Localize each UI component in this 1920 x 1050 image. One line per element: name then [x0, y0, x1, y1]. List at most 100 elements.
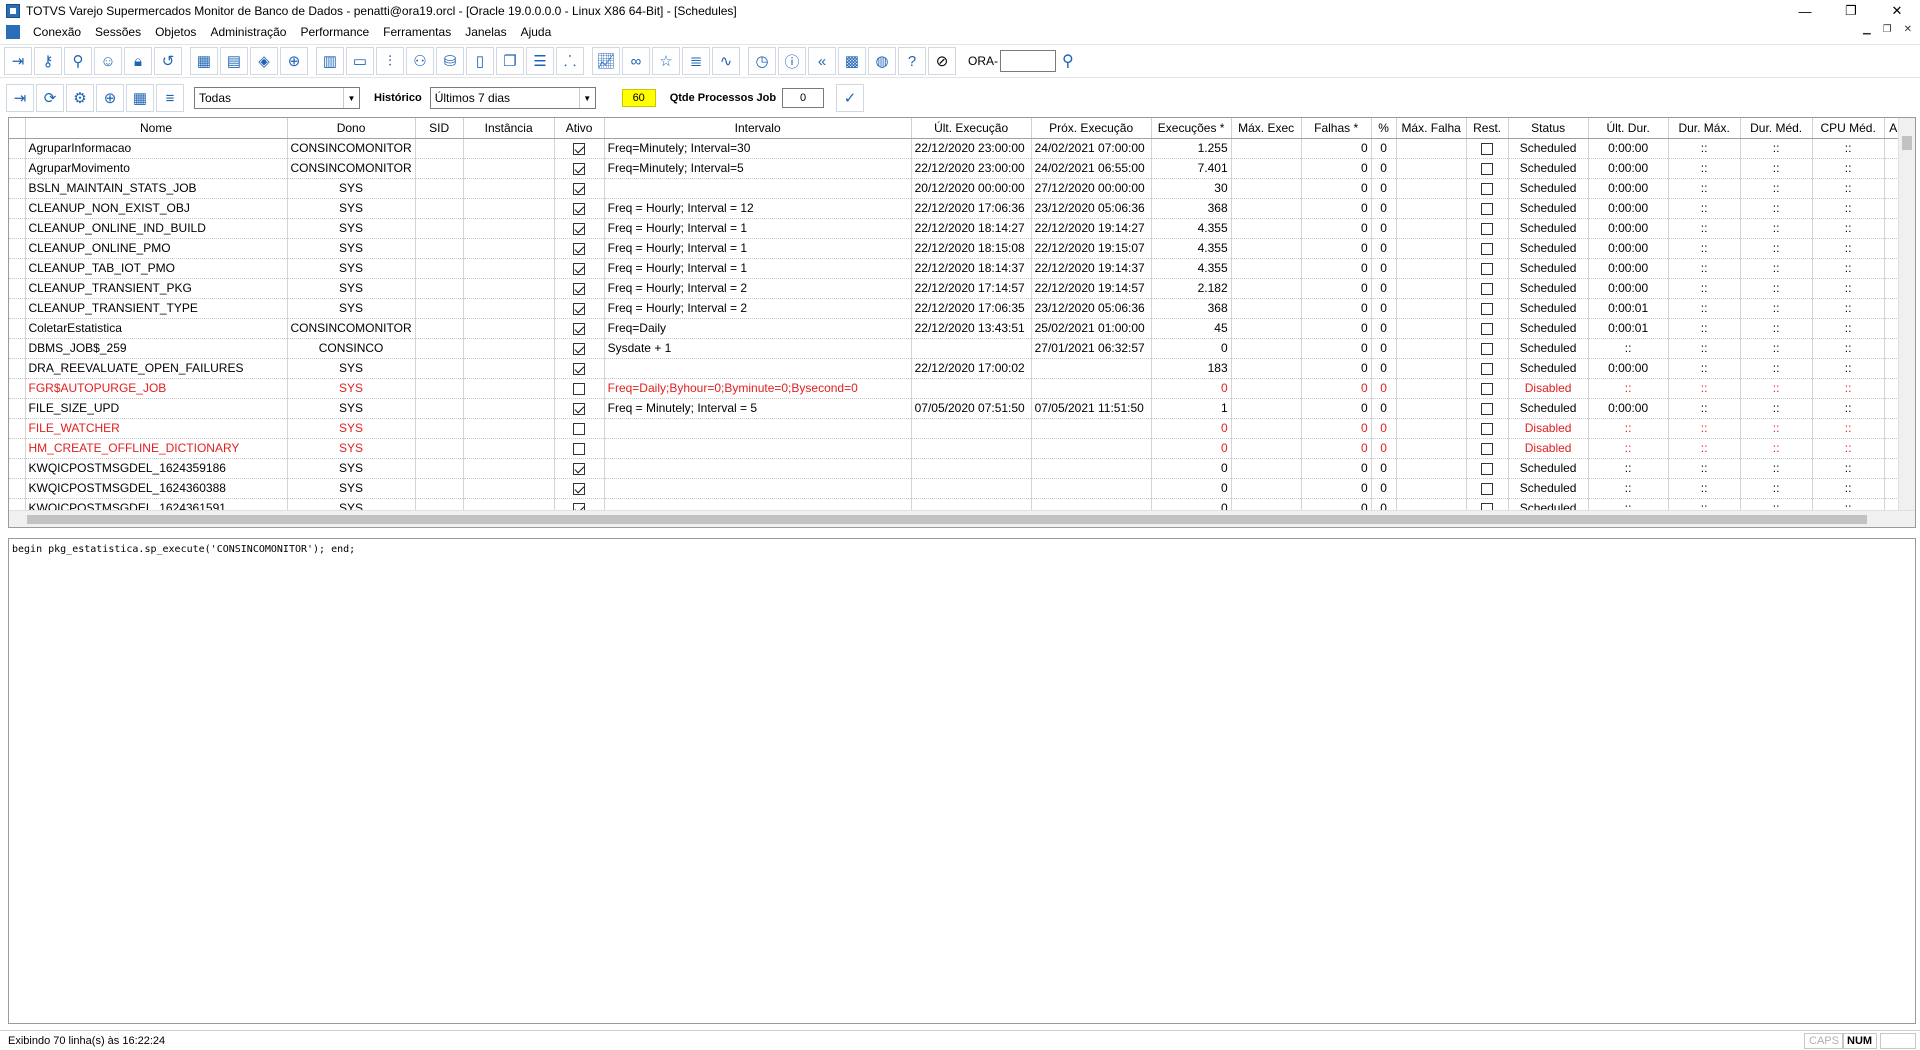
exit-icon[interactable]: ⇥	[4, 47, 32, 75]
mdi-minimize-button[interactable]: ▁	[1863, 24, 1871, 35]
qtde-processos-input[interactable]: 0	[782, 88, 825, 108]
menu-performance[interactable]: Performance	[293, 25, 376, 39]
connect-key-icon[interactable]: ⚷	[34, 47, 62, 75]
column-header[interactable]: CPU Méd.	[1812, 118, 1885, 139]
link-icon[interactable]: ∞	[622, 47, 650, 75]
star-icon[interactable]: ☆	[652, 47, 680, 75]
menu-sessoes[interactable]: Sessões	[88, 25, 148, 39]
type-filter-select[interactable]: Todas ▼	[194, 87, 360, 109]
calendar-icon[interactable]: ▦	[190, 47, 218, 75]
column-header[interactable]: Dur. Máx.	[1668, 118, 1741, 139]
table-row[interactable]: CLEANUP_ONLINE_IND_BUILD SYS Freq = Hourly…	[9, 218, 1910, 239]
list-icon[interactable]: ≡	[156, 84, 184, 112]
restartable-checkbox[interactable]	[1481, 442, 1494, 455]
users-icon[interactable]: ⚇	[406, 47, 434, 75]
column-header[interactable]: Instância	[463, 118, 555, 139]
ativo-checkbox[interactable]	[573, 222, 586, 235]
sliders-icon[interactable]: ⫶	[376, 47, 404, 75]
table-row[interactable]: CLEANUP_TRANSIENT_TYPE SYS Freq = Hourly; …	[9, 298, 1910, 319]
ativo-checkbox[interactable]	[573, 442, 586, 455]
chevron-down-icon[interactable]: ▼	[343, 88, 359, 108]
restartable-checkbox[interactable]	[1481, 262, 1494, 275]
restartable-checkbox[interactable]	[1481, 382, 1494, 395]
restartable-checkbox[interactable]	[1481, 322, 1494, 335]
column-header[interactable]: Máx. Exec	[1231, 118, 1302, 139]
restartable-checkbox[interactable]	[1481, 362, 1494, 375]
ativo-checkbox[interactable]	[573, 162, 586, 175]
mdi-close-button[interactable]: ✕	[1904, 24, 1912, 35]
refresh-icon[interactable]: ⟳	[36, 84, 64, 112]
column-header[interactable]: Status	[1508, 118, 1589, 139]
restartable-checkbox[interactable]	[1481, 182, 1494, 195]
zoom-in-icon[interactable]: ⊕	[96, 84, 124, 112]
menu-ajuda[interactable]: Ajuda	[514, 25, 559, 39]
calculator-icon[interactable]: ▩	[838, 47, 866, 75]
mdi-restore-button[interactable]: ❐	[1883, 24, 1892, 35]
restartable-checkbox[interactable]	[1481, 142, 1494, 155]
table-row[interactable]: KWQICPOSTMSGDEL_1624359186 SYS 0 0 0 Schedule…	[9, 458, 1910, 479]
clock-icon[interactable]: ◷	[748, 47, 776, 75]
ativo-checkbox[interactable]	[573, 302, 586, 315]
table-row[interactable]: AgruparInformacao CONSINCOMONITOR Freq=Min…	[9, 138, 1910, 159]
table-row[interactable]: CLEANUP_TRANSIENT_PKG SYS Freq = Hourly; I…	[9, 278, 1910, 299]
pulse-icon[interactable]: ∿	[712, 47, 740, 75]
column-header[interactable]: Execuções *	[1151, 118, 1232, 139]
search-key-icon[interactable]: ⚲	[64, 47, 92, 75]
user-icon[interactable]: ☺	[94, 47, 122, 75]
table-row[interactable]: CLEANUP_ONLINE_PMO SYS Freq = Hourly; Inte…	[9, 238, 1910, 259]
globe-icon[interactable]: ◍	[868, 47, 896, 75]
menu-janelas[interactable]: Janelas	[458, 25, 513, 39]
table-row[interactable]: HM_CREATE_OFFLINE_DICTIONARY SYS 0 0 0 Disabl…	[9, 438, 1910, 459]
table-row[interactable]: CLEANUP_TAB_IOT_PMO SYS Freq = Hourly; Int…	[9, 258, 1910, 279]
ativo-checkbox[interactable]	[573, 422, 586, 435]
restartable-checkbox[interactable]	[1481, 302, 1494, 315]
column-header[interactable]: %	[1371, 118, 1397, 139]
menu-administracao[interactable]: Administração	[203, 25, 293, 39]
ativo-checkbox[interactable]	[573, 282, 586, 295]
column-header[interactable]: Máx. Falha	[1396, 118, 1467, 139]
gear-icon[interactable]: ⚙	[66, 84, 94, 112]
column-header[interactable]: Nome	[25, 118, 288, 139]
info-icon[interactable]: ⓘ	[778, 47, 806, 75]
history-icon[interactable]: ↺	[154, 47, 182, 75]
sql-scrollbar[interactable]	[1898, 539, 1915, 1023]
mdi-child-icon[interactable]	[6, 25, 20, 39]
restartable-checkbox[interactable]	[1481, 202, 1494, 215]
column-header[interactable]: Intervalo	[604, 118, 912, 139]
ora-error-input[interactable]	[1000, 50, 1056, 72]
chevron-down-icon[interactable]: ▼	[578, 88, 595, 108]
historico-select[interactable]: Últimos 7 dias ▼	[429, 87, 596, 109]
minimize-button[interactable]: —	[1782, 0, 1828, 22]
ativo-checkbox[interactable]	[573, 262, 586, 275]
table-row[interactable]: FGR$AUTOPURGE_JOB SYS Freq=Daily;Byhour=0;…	[9, 378, 1910, 399]
table-row[interactable]: CLEANUP_NON_EXIST_OBJ SYS Freq = Hourly; I…	[9, 198, 1910, 219]
column-header[interactable]: SID	[415, 118, 464, 139]
ativo-checkbox[interactable]	[573, 342, 586, 355]
copy-icon[interactable]: ❐	[496, 47, 524, 75]
ativo-checkbox[interactable]	[573, 142, 586, 155]
table-row[interactable]: KWQICPOSTMSGDEL_1624360388 SYS 0 0 0 Schedule…	[9, 478, 1910, 499]
menu-ferramentas[interactable]: Ferramentas	[376, 25, 458, 39]
column-header[interactable]: Últ. Dur.	[1588, 118, 1669, 139]
table-row[interactable]: FILE_WATCHER SYS 0 0 0 Disabled::::::::	[9, 418, 1910, 439]
document-icon[interactable]: ▯	[466, 47, 494, 75]
ativo-checkbox[interactable]	[573, 362, 586, 375]
table-icon[interactable]: ▥	[316, 47, 344, 75]
table-row[interactable]: FILE_SIZE_UPD SYS Freq = Minutely; Interva…	[9, 398, 1910, 419]
table-row[interactable]: DBMS_JOB$_259 CONSINCO Sysdate + 1 27/01/20…	[9, 338, 1910, 359]
zoom-icon[interactable]: ⊕	[280, 47, 308, 75]
ativo-checkbox[interactable]	[573, 482, 586, 495]
lock-icon[interactable]: 🔒︎	[124, 47, 152, 75]
chart-icon[interactable]: 📈︎	[592, 47, 620, 75]
column-header[interactable]: Próx. Execução	[1031, 118, 1152, 139]
help-icon[interactable]: ?	[898, 47, 926, 75]
horizontal-scrollbar[interactable]	[9, 510, 1915, 527]
column-header[interactable]: Dur. Méd.	[1740, 118, 1813, 139]
apply-check-button[interactable]: ✓	[836, 84, 865, 112]
job-action-text[interactable]: begin pkg_estatistica.sp_execute('CONSIN…	[8, 538, 1916, 1024]
table-row[interactable]: DRA_REEVALUATE_OPEN_FAILURES SYS 22/12/202…	[9, 358, 1910, 379]
column-header[interactable]: Dono	[287, 118, 416, 139]
storage-icon[interactable]: ▭	[346, 47, 374, 75]
menu-conexao[interactable]: Conexão	[26, 25, 88, 39]
menu-objetos[interactable]: Objetos	[148, 25, 203, 39]
